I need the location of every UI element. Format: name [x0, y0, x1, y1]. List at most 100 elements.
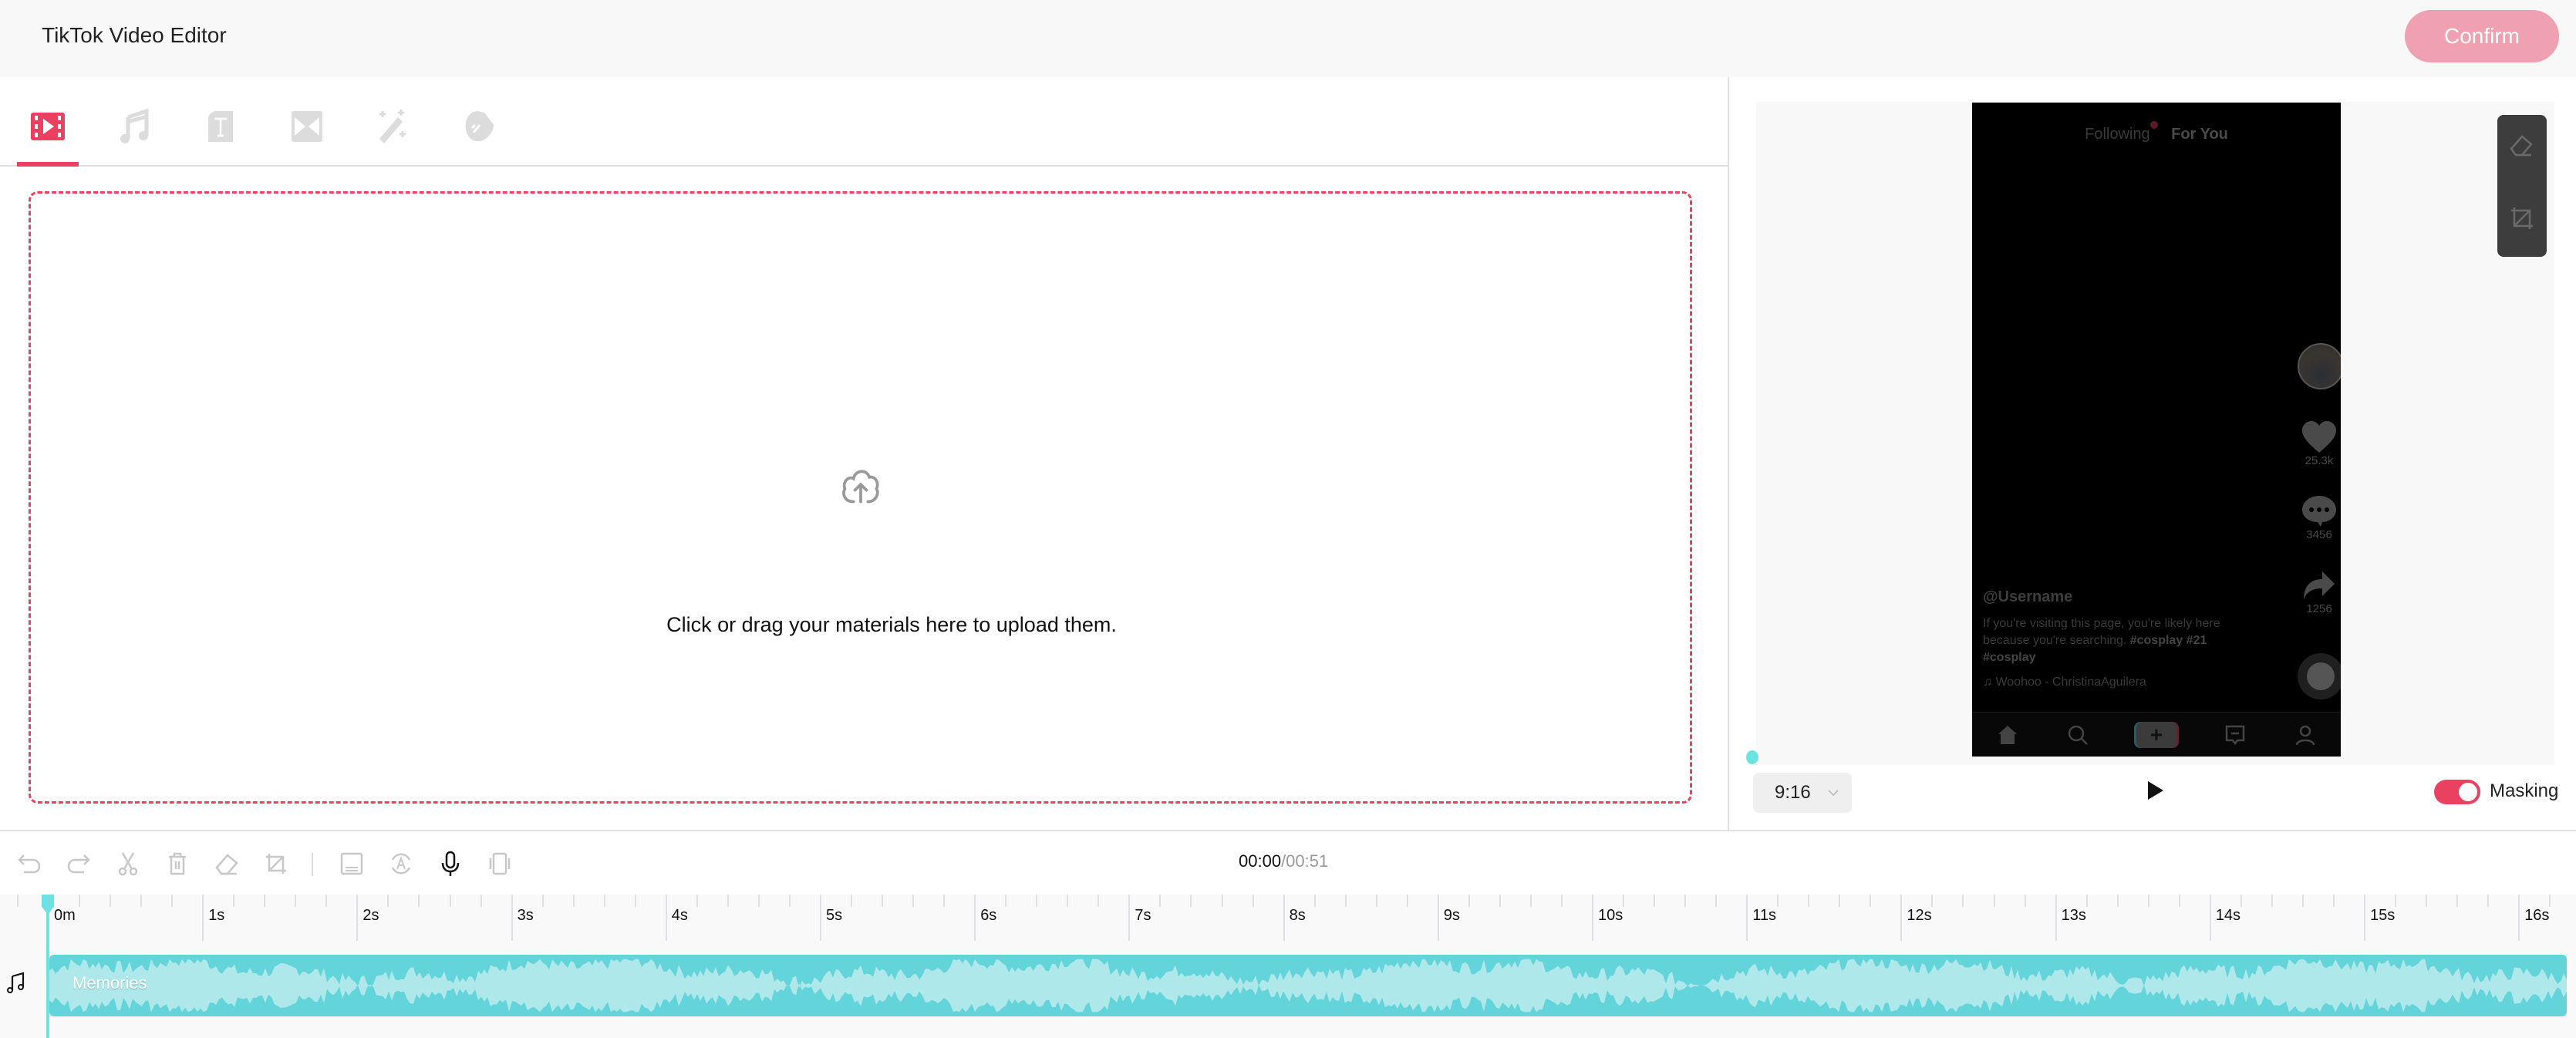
- ruler-label: 0m: [54, 907, 76, 924]
- preview-scrubber-handle[interactable]: [1746, 750, 1758, 764]
- ruler-minor-tick: [325, 895, 328, 907]
- caption-description: If you're visiting this page, you're lik…: [1983, 615, 2261, 666]
- ruler-minor-tick: [757, 895, 760, 907]
- ruler-minor-tick: [2024, 895, 2026, 907]
- ruler-label: 14s: [2215, 907, 2241, 924]
- ruler-label: 1s: [208, 907, 225, 924]
- captions-button[interactable]: [336, 848, 367, 879]
- tab-transitions[interactable]: [279, 105, 335, 148]
- ruler-major-tick: [356, 895, 359, 941]
- tab-effects[interactable]: [366, 105, 421, 148]
- ruler-minor-tick: [171, 895, 174, 907]
- ruler-minor-tick: [2332, 895, 2335, 907]
- timecode: 00:00/00:51: [1239, 851, 1328, 871]
- share-action: 1256: [2294, 568, 2341, 615]
- ruler-minor-tick: [1375, 895, 1377, 907]
- erase-button[interactable]: [211, 848, 242, 879]
- cloud-upload-icon: [842, 470, 879, 504]
- inbox-icon: [2225, 725, 2245, 745]
- trash-icon: [169, 852, 186, 875]
- feed-tabs: Following For You: [1972, 121, 2341, 143]
- ruler-minor-tick: [1159, 895, 1162, 907]
- aspect-ratio-select[interactable]: 9:16: [1753, 773, 1852, 813]
- search-icon: [2068, 725, 2088, 745]
- current-time: 00:00: [1239, 851, 1282, 871]
- ruler-major-tick: [2364, 895, 2365, 941]
- tab-text[interactable]: [193, 105, 248, 148]
- upload-text: Click or drag your materials here to upl…: [666, 613, 1117, 636]
- ruler-minor-tick: [1870, 895, 1872, 907]
- ruler-minor-tick: [696, 895, 698, 907]
- phone-bottom-nav: +: [1972, 712, 2341, 757]
- erase-tool-button[interactable]: [2508, 132, 2536, 160]
- masking-label: Masking: [2490, 780, 2559, 801]
- ruler-major-tick: [1746, 895, 1748, 941]
- ruler-minor-tick: [1684, 895, 1687, 907]
- ruler-minor-tick: [1777, 895, 1779, 907]
- active-tab-indicator: [17, 162, 79, 167]
- profile-icon: [2296, 725, 2315, 745]
- voiceover-button[interactable]: [435, 848, 466, 879]
- ruler-minor-tick: [1190, 895, 1192, 907]
- ruler-minor-tick: [1313, 895, 1316, 907]
- ruler-major-tick: [2209, 895, 2211, 941]
- header: TikTok Video Editor Confirm: [0, 0, 2576, 77]
- music-title: Woohoo - ChristinaAguilera: [1995, 676, 2146, 689]
- ruler-minor-tick: [1808, 895, 1810, 907]
- auto-caption-button[interactable]: [386, 848, 416, 879]
- chevron-down-icon: [1828, 790, 1839, 797]
- ruler-minor-tick: [2456, 895, 2459, 907]
- music-note-icon: [120, 108, 149, 143]
- delete-button[interactable]: [162, 848, 193, 879]
- caption-text: If you're visiting this page, you're lik…: [1983, 617, 2220, 647]
- ruler-minor-tick: [2426, 895, 2428, 907]
- tab-audio[interactable]: [106, 105, 162, 148]
- play-button[interactable]: [2146, 780, 2165, 800]
- eraser-icon: [215, 854, 238, 875]
- redo-button[interactable]: [63, 848, 94, 879]
- ruler-minor-tick: [110, 895, 112, 907]
- ruler-minor-tick: [1560, 895, 1563, 907]
- ruler-minor-tick: [727, 895, 729, 907]
- audio-clip[interactable]: Memories: [49, 955, 2567, 1016]
- ruler-label: 3s: [517, 907, 534, 924]
- microphone-icon: [441, 851, 460, 876]
- sticker-icon: [465, 111, 494, 142]
- crop-button[interactable]: [261, 848, 292, 879]
- ruler-major-tick: [665, 895, 667, 941]
- tab-bar: [0, 77, 1729, 167]
- ruler-major-tick: [1437, 895, 1439, 941]
- ruler-minor-tick: [2116, 895, 2119, 907]
- ruler-minor-tick: [1097, 895, 1100, 907]
- tab-stickers[interactable]: [452, 105, 507, 148]
- like-count: 25.3k: [2305, 454, 2334, 467]
- ruler-minor-tick: [2147, 895, 2149, 907]
- like-action: 25.3k: [2294, 420, 2341, 467]
- tab-media[interactable]: [20, 105, 76, 148]
- ruler-label: 7s: [1135, 907, 1151, 924]
- floating-toolbox: [2497, 115, 2547, 257]
- playhead[interactable]: [46, 895, 49, 1038]
- confirm-button[interactable]: Confirm: [2405, 10, 2559, 62]
- undo-button[interactable]: [14, 848, 45, 879]
- comment-icon: [2302, 496, 2336, 527]
- timeline[interactable]: 0m 1s 2s 3s 4s 5s 6s 7s 8s 9s 10s 11s 12s 13s 14s 15s 16…: [0, 895, 2576, 1038]
- ruler-minor-tick: [788, 895, 791, 907]
- comment-action: 3456: [2294, 494, 2341, 541]
- playhead-handle[interactable]: [42, 895, 54, 915]
- ruler-label: 4s: [671, 907, 688, 924]
- ruler-major-tick: [820, 895, 821, 941]
- masking-toggle[interactable]: [2434, 780, 2480, 804]
- ruler-major-tick: [2518, 895, 2520, 941]
- waveform-shape: [49, 959, 2567, 1013]
- ruler-minor-tick: [2271, 895, 2273, 907]
- aspect-ratio-value: 9:16: [1775, 782, 1811, 803]
- film-play-icon: [31, 113, 65, 140]
- ruler-major-tick: [511, 895, 513, 941]
- hashtag: #21: [2186, 634, 2207, 647]
- ruler-minor-tick: [264, 895, 266, 907]
- fit-button[interactable]: [484, 848, 515, 879]
- hashtag: #cosplay: [1983, 651, 2036, 664]
- split-button[interactable]: [113, 848, 143, 879]
- crop-tool-button[interactable]: [2508, 204, 2536, 232]
